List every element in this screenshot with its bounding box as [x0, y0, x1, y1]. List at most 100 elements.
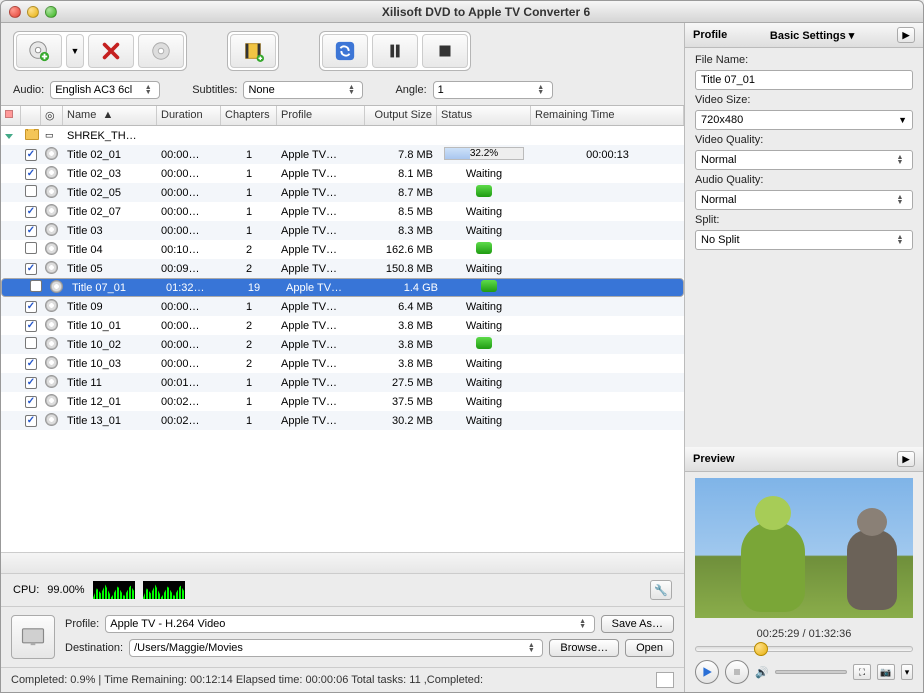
row-checkbox[interactable]: [25, 358, 37, 370]
settings-button[interactable]: 🔧: [650, 580, 672, 600]
profile-select[interactable]: Apple TV - H.264 Video: [105, 615, 594, 633]
row-chapters: 1: [221, 187, 277, 199]
row-checkbox[interactable]: [25, 206, 37, 218]
table-row[interactable]: Title 0500:09…2Apple TV…150.8 MBWaiting: [1, 259, 684, 278]
fullscreen-button[interactable]: ⛶: [853, 664, 871, 680]
videoq-select[interactable]: Normal: [695, 150, 913, 170]
table-row[interactable]: Title 0400:10…2Apple TV…162.6 MB: [1, 240, 684, 259]
row-chapters: 1: [221, 377, 277, 389]
col-chapters[interactable]: Chapters: [221, 106, 277, 125]
root-row[interactable]: ▭ SHREK_TH…: [1, 126, 684, 145]
table-row[interactable]: Title 0300:00…1Apple TV…8.3 MBWaiting: [1, 221, 684, 240]
table-row[interactable]: Title 02_0500:00…1Apple TV…8.7 MB: [1, 183, 684, 202]
col-remaining[interactable]: Remaining Time: [531, 106, 684, 125]
file-list[interactable]: ▭ SHREK_TH… Title 02_0100:00…1Apple TV…7…: [1, 126, 684, 552]
row-name: Title 10_03: [63, 358, 157, 370]
convert-button[interactable]: [322, 34, 368, 68]
cpu-graph-2: [143, 581, 185, 599]
row-checkbox[interactable]: [25, 263, 37, 275]
split-select[interactable]: No Split: [695, 230, 913, 250]
collapse-icon[interactable]: [5, 134, 13, 139]
save-as-button[interactable]: Save As…: [601, 615, 674, 633]
subtitles-select[interactable]: None: [243, 81, 363, 99]
row-status: Waiting: [437, 225, 531, 237]
preview-expand-button[interactable]: ▶: [897, 451, 915, 467]
col-status[interactable]: Status: [437, 106, 531, 125]
row-output: 6.4 MB: [365, 301, 437, 313]
audioq-select[interactable]: Normal: [695, 190, 913, 210]
log-button[interactable]: [656, 672, 674, 688]
table-row[interactable]: Title 10_0100:00…2Apple TV…3.8 MBWaiting: [1, 316, 684, 335]
col-output[interactable]: Output Size: [365, 106, 437, 125]
snapshot-menu-button[interactable]: ▾: [901, 664, 913, 680]
row-checkbox[interactable]: [25, 396, 37, 408]
row-chapters: 1: [221, 168, 277, 180]
row-output: 162.6 MB: [365, 244, 437, 256]
play-button[interactable]: [695, 660, 719, 684]
row-status: [437, 185, 531, 200]
preview-slider[interactable]: [695, 646, 913, 652]
row-output: 30.2 MB: [365, 415, 437, 427]
col-duration[interactable]: Duration: [157, 106, 221, 125]
col-profile[interactable]: Profile: [277, 106, 365, 125]
snapshot-button[interactable]: 📷: [877, 664, 895, 680]
angle-select[interactable]: 1: [433, 81, 553, 99]
add-disc-button[interactable]: [16, 34, 62, 68]
browse-button[interactable]: Browse…: [549, 639, 619, 657]
row-checkbox[interactable]: [25, 149, 37, 161]
row-checkbox[interactable]: [25, 301, 37, 313]
row-duration: 00:02…: [157, 415, 221, 427]
row-checkbox[interactable]: [25, 337, 37, 349]
open-button[interactable]: Open: [625, 639, 674, 657]
hscroll-area[interactable]: [1, 552, 684, 574]
table-row[interactable]: Title 02_0300:00…1Apple TV…8.1 MBWaiting: [1, 164, 684, 183]
minimize-window-button[interactable]: [27, 6, 39, 18]
row-checkbox[interactable]: [25, 242, 37, 254]
row-profile: Apple TV…: [282, 282, 370, 294]
filename-input[interactable]: Title 07_01: [695, 70, 913, 90]
table-row[interactable]: Title 10_0300:00…2Apple TV…3.8 MBWaiting: [1, 354, 684, 373]
row-checkbox[interactable]: [25, 377, 37, 389]
row-output: 8.7 MB: [365, 187, 437, 199]
remove-button[interactable]: [88, 34, 134, 68]
slider-knob[interactable]: [754, 642, 768, 656]
row-profile: Apple TV…: [277, 168, 365, 180]
col-name[interactable]: Name ▲: [63, 106, 157, 125]
zoom-window-button[interactable]: [45, 6, 57, 18]
audio-select[interactable]: English AC3 6cl: [50, 81, 160, 99]
row-checkbox[interactable]: [25, 225, 37, 237]
pause-button[interactable]: [372, 34, 418, 68]
row-name: Title 02_01: [63, 149, 157, 161]
basic-settings-dropdown[interactable]: Basic Settings ▾: [770, 29, 854, 42]
videosize-select[interactable]: 720x480▼: [695, 110, 913, 130]
row-checkbox[interactable]: [30, 280, 42, 292]
table-row[interactable]: Title 10_0200:00…2Apple TV…3.8 MB: [1, 335, 684, 354]
add-clip-button[interactable]: [230, 34, 276, 68]
donkey-figure: [847, 530, 897, 610]
row-checkbox[interactable]: [25, 168, 37, 180]
stop-button[interactable]: [422, 34, 468, 68]
table-row[interactable]: Title 07_0101:32…19Apple TV…1.4 GB: [1, 278, 684, 297]
dvd-author-button[interactable]: [138, 34, 184, 68]
table-row[interactable]: Title 02_0100:00…1Apple TV…7.8 MB32.2%00…: [1, 145, 684, 164]
row-checkbox[interactable]: [25, 415, 37, 427]
stop-preview-button[interactable]: [725, 660, 749, 684]
table-row[interactable]: Title 13_0100:02…1Apple TV…30.2 MBWaitin…: [1, 411, 684, 430]
row-checkbox[interactable]: [25, 320, 37, 332]
disc-icon: [45, 185, 58, 198]
profile-panel-title: Profile: [693, 29, 727, 41]
table-row[interactable]: Title 1100:01…1Apple TV…27.5 MBWaiting: [1, 373, 684, 392]
table-row[interactable]: Title 0900:00…1Apple TV…6.4 MBWaiting: [1, 297, 684, 316]
disc-icon: [45, 356, 58, 369]
table-row[interactable]: Title 12_0100:02…1Apple TV…37.5 MBWaitin…: [1, 392, 684, 411]
disc-icon: [45, 261, 58, 274]
row-checkbox[interactable]: [25, 185, 37, 197]
profile-expand-button[interactable]: ▶: [897, 27, 915, 43]
row-duration: 00:00…: [157, 206, 221, 218]
volume-slider[interactable]: [775, 670, 847, 674]
close-window-button[interactable]: [9, 6, 21, 18]
table-row[interactable]: Title 02_0700:00…1Apple TV…8.5 MBWaiting: [1, 202, 684, 221]
dest-field[interactable]: /Users/Maggie/Movies: [129, 639, 543, 657]
volume-icon[interactable]: 🔊: [755, 666, 769, 679]
dropdown-disc-button[interactable]: ▼: [66, 34, 84, 68]
